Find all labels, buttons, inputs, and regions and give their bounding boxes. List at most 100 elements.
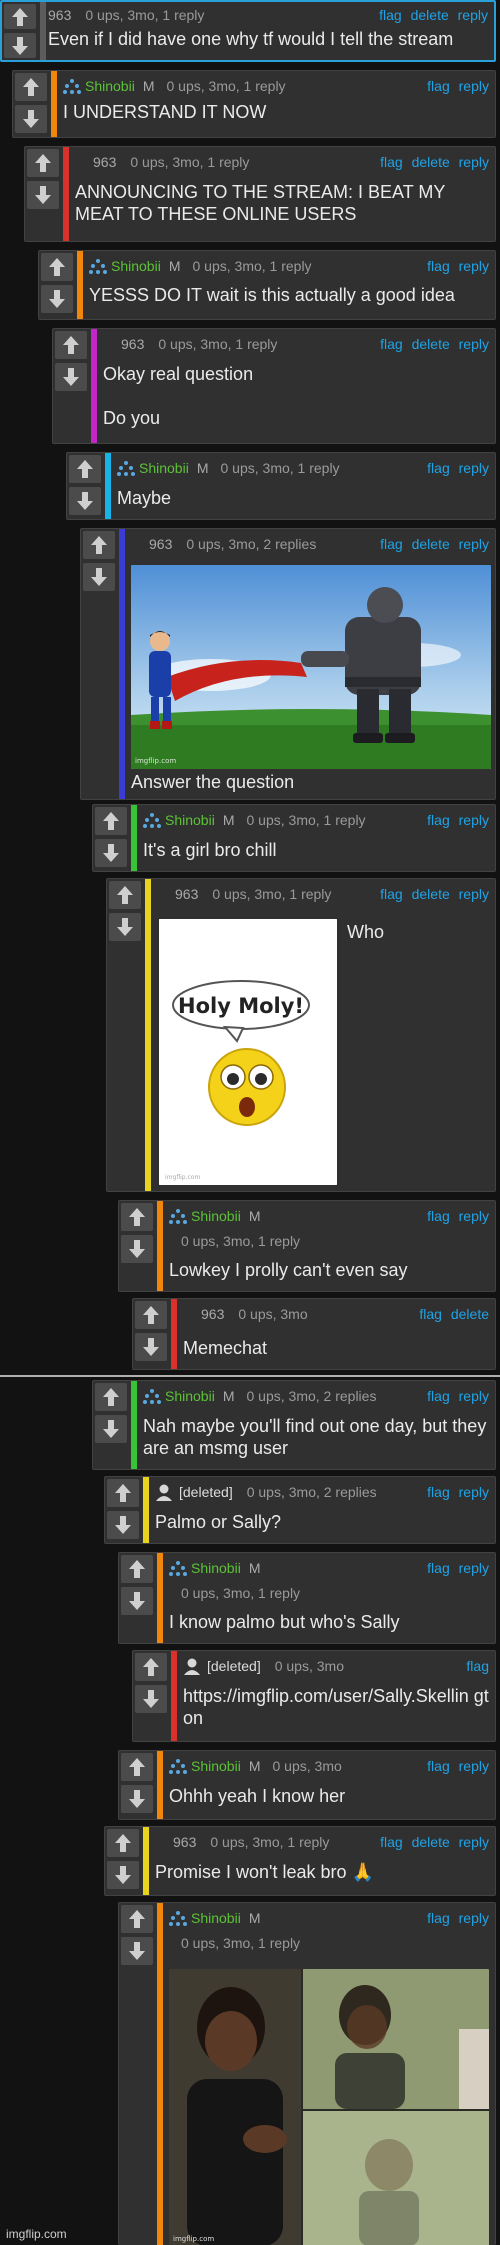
reply-link[interactable]: reply	[459, 154, 489, 170]
flag-link[interactable]: flag	[380, 336, 403, 352]
upvote-button[interactable]	[107, 1479, 139, 1507]
downvote-button[interactable]	[109, 913, 141, 941]
delete-link[interactable]: delete	[411, 7, 449, 23]
downvote-button[interactable]	[135, 1333, 167, 1361]
downvote-button[interactable]	[107, 1861, 139, 1889]
reply-link[interactable]: reply	[459, 460, 489, 476]
flag-link[interactable]: flag	[427, 460, 450, 476]
username[interactable]: [deleted]	[207, 1658, 261, 1674]
upvote-button[interactable]	[121, 1203, 153, 1231]
upvote-button[interactable]	[135, 1653, 167, 1681]
delete-link[interactable]: delete	[412, 886, 450, 902]
reply-link[interactable]: reply	[459, 336, 489, 352]
upvote-button[interactable]	[95, 1383, 127, 1411]
downvote-button[interactable]	[95, 839, 127, 867]
flag-link[interactable]: flag	[427, 812, 450, 828]
reply-link[interactable]: reply	[459, 886, 489, 902]
flag-link[interactable]: flag	[427, 1208, 450, 1224]
reply-link[interactable]: reply	[458, 7, 488, 23]
username[interactable]: [deleted]	[179, 1484, 233, 1500]
username[interactable]: Shinobii	[191, 1758, 241, 1774]
flag-link[interactable]: flag	[427, 78, 450, 94]
reply-link[interactable]: reply	[459, 1208, 489, 1224]
downvote-button[interactable]	[69, 487, 101, 515]
downvote-button[interactable]	[27, 181, 59, 209]
upvote-button[interactable]	[83, 531, 115, 559]
upvote-button[interactable]	[69, 455, 101, 483]
flag-link[interactable]: flag	[380, 1834, 403, 1850]
upvote-button[interactable]	[55, 331, 87, 359]
upvote-button[interactable]	[109, 881, 141, 909]
flag-link[interactable]: flag	[419, 1306, 442, 1322]
arrow-down-icon	[23, 110, 39, 128]
username[interactable]: Shinobii	[191, 1208, 241, 1224]
upvote-button[interactable]	[41, 253, 73, 281]
reply-link[interactable]: reply	[459, 1484, 489, 1500]
username[interactable]: 963	[173, 1834, 196, 1850]
username[interactable]: Shinobii	[139, 460, 189, 476]
username[interactable]: Shinobii	[165, 812, 215, 828]
flag-link[interactable]: flag	[427, 1560, 450, 1576]
flag-link[interactable]: flag	[380, 154, 403, 170]
flag-link[interactable]: flag	[427, 1758, 450, 1774]
reply-link[interactable]: reply	[459, 78, 489, 94]
flag-link[interactable]: flag	[380, 536, 403, 552]
upvote-button[interactable]	[135, 1301, 167, 1329]
downvote-button[interactable]	[121, 1785, 153, 1813]
delete-link[interactable]: delete	[412, 536, 450, 552]
downvote-button[interactable]	[107, 1511, 139, 1539]
downvote-button[interactable]	[55, 363, 87, 391]
username[interactable]: 963	[201, 1306, 224, 1322]
username[interactable]: Shinobii	[111, 258, 161, 274]
delete-link[interactable]: delete	[412, 1834, 450, 1850]
username[interactable]: 963	[48, 7, 71, 23]
username[interactable]: Shinobii	[85, 78, 135, 94]
downvote-button[interactable]	[95, 1415, 127, 1443]
reply-link[interactable]: reply	[459, 812, 489, 828]
meme-image[interactable]: Holy Moly! imgflip.com	[159, 919, 337, 1185]
flag-link[interactable]: flag	[427, 1388, 450, 1404]
flag-link[interactable]: flag	[379, 7, 402, 23]
flag-link[interactable]: flag	[466, 1658, 489, 1674]
meme-image[interactable]: imgflip.com	[131, 565, 491, 769]
meme-image[interactable]: imgflip.com	[169, 1969, 489, 2245]
downvote-button[interactable]	[41, 285, 73, 313]
reply-link[interactable]: reply	[459, 1560, 489, 1576]
downvote-button[interactable]	[4, 33, 36, 58]
upvote-button[interactable]	[15, 73, 47, 101]
username[interactable]: 963	[93, 154, 116, 170]
reply-link[interactable]: reply	[459, 536, 489, 552]
delete-link[interactable]: delete	[412, 154, 450, 170]
downvote-button[interactable]	[135, 1685, 167, 1713]
username[interactable]: Shinobii	[165, 1388, 215, 1404]
username[interactable]: 963	[175, 886, 198, 902]
downvote-button[interactable]	[121, 1587, 153, 1615]
username[interactable]: 963	[121, 336, 144, 352]
downvote-button[interactable]	[121, 1235, 153, 1263]
username[interactable]: 963	[149, 536, 172, 552]
delete-link[interactable]: delete	[412, 336, 450, 352]
flag-link[interactable]: flag	[427, 1910, 450, 1926]
flag-link[interactable]: flag	[427, 258, 450, 274]
reply-link[interactable]: reply	[459, 1388, 489, 1404]
flag-link[interactable]: flag	[427, 1484, 450, 1500]
upvote-button[interactable]	[95, 807, 127, 835]
reply-link[interactable]: reply	[459, 1758, 489, 1774]
upvote-button[interactable]	[121, 1753, 153, 1781]
comment-link-text[interactable]: https://imgflip.com/user/Sally.Skellin g…	[183, 1681, 489, 1729]
upvote-button[interactable]	[4, 4, 36, 29]
downvote-button[interactable]	[121, 1937, 153, 1965]
flag-link[interactable]: flag	[380, 886, 403, 902]
upvote-button[interactable]	[121, 1555, 153, 1583]
upvote-button[interactable]	[27, 149, 59, 177]
username[interactable]: Shinobii	[191, 1910, 241, 1926]
downvote-button[interactable]	[83, 563, 115, 591]
downvote-button[interactable]	[15, 105, 47, 133]
reply-link[interactable]: reply	[459, 1834, 489, 1850]
reply-link[interactable]: reply	[459, 1910, 489, 1926]
upvote-button[interactable]	[121, 1905, 153, 1933]
upvote-button[interactable]	[107, 1829, 139, 1857]
delete-link[interactable]: delete	[451, 1306, 489, 1322]
reply-link[interactable]: reply	[459, 258, 489, 274]
username[interactable]: Shinobii	[191, 1560, 241, 1576]
